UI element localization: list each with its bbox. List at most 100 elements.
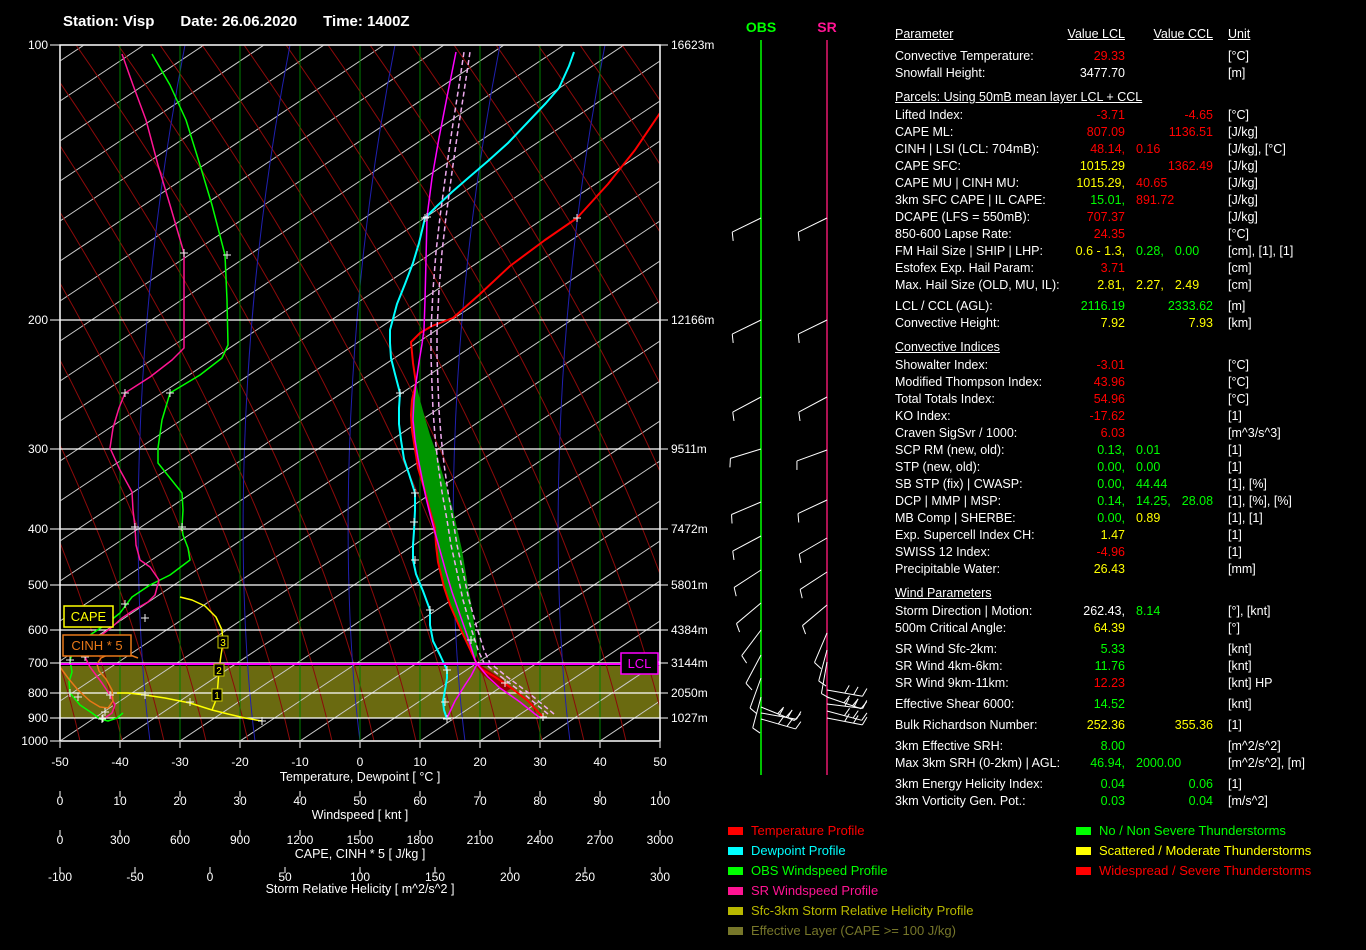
legend-label: Widespread / Severe Thunderstorms xyxy=(1099,863,1312,878)
parameter-value: 1015.29 xyxy=(1079,159,1125,173)
parameter-value: 891.72 xyxy=(1136,193,1175,207)
axis-label: 300 xyxy=(650,870,670,884)
parameter-value: 5.33 xyxy=(1100,642,1125,656)
dry-adiabat xyxy=(579,45,660,165)
parameter-value: 3.71 xyxy=(1100,261,1125,275)
axis-label: 30 xyxy=(533,755,547,769)
table-row: DCAPE (LFS = 550mB): 707.37 [J/kg] xyxy=(895,209,1366,226)
parameter-value: 54.96 xyxy=(1093,392,1125,406)
parameter-value: 2.27, xyxy=(1136,278,1164,292)
moist-adiabat xyxy=(452,45,501,741)
axis-label: 0 xyxy=(57,833,64,847)
parameter-unit: [mm] xyxy=(1228,562,1256,576)
axis-label: 250 xyxy=(575,870,595,884)
column-header: Unit xyxy=(1228,27,1251,41)
parameter-value: 262.43, xyxy=(1083,604,1125,618)
parameter-unit: [m] xyxy=(1228,66,1246,80)
parameter-value: 0.14, xyxy=(1097,494,1125,508)
parameter-value: -4.65 xyxy=(1184,108,1214,122)
wind-barb-tick xyxy=(797,513,800,523)
profile-legend: Temperature Profile Dewpoint Profile OBS W… xyxy=(728,823,974,943)
dry-adiabat xyxy=(453,45,660,384)
axis-label: 600 xyxy=(170,833,190,847)
axis-label: 3 xyxy=(220,638,226,649)
axis-label: 300 xyxy=(28,442,48,456)
legend-swatch-icon xyxy=(728,847,743,855)
axis-label: 300 xyxy=(110,833,130,847)
isotherm-diagonal xyxy=(60,45,384,262)
axis-label: Storm Relative Helicity [ m^2/s^2 ] xyxy=(266,882,455,896)
parameter-value: 43.96 xyxy=(1093,375,1125,389)
axis-label: 20 xyxy=(173,794,187,808)
dry-adiabat xyxy=(874,45,880,741)
parameter-value: 0.04 xyxy=(1100,777,1125,791)
axis-label: 800 xyxy=(28,686,48,700)
parameter-value: 0.16 xyxy=(1136,142,1161,156)
wind-barb-tick xyxy=(853,686,859,695)
parameter-unit: [J/kg] xyxy=(1228,159,1258,173)
table-row: Precipitable Water: 26.43 [mm] xyxy=(895,561,1366,578)
isotherm-diagonal xyxy=(540,660,660,741)
wind-barb-tick xyxy=(787,709,793,718)
table-row: 3km SFC CAPE | IL CAPE: 15.01, 891.72 [J/kg… xyxy=(895,192,1366,209)
table-row: SR Wind 9km-11km: 12.23 [knt] HP xyxy=(895,675,1366,692)
table-row: CINH | LSI (LCL: 704mB): 48.14, 0.16 [J/kg]… xyxy=(895,141,1366,158)
table-row: Exp. Supercell Index CH: 1.47 [1] xyxy=(895,527,1366,544)
legend-label: Effective Layer (CAPE >= 100 J/kg) xyxy=(751,923,956,938)
wind-barb-tick xyxy=(862,700,868,709)
table-header-row: Parameter Value LCL Value CCL Unit xyxy=(895,26,1366,48)
parameter-unit: [m^3/s^3] xyxy=(1228,426,1281,440)
axis-label: 80 xyxy=(533,794,547,808)
dry-adiabat xyxy=(832,45,880,741)
table-row: CAPE ML: 807.09 1136.51 [J/kg] xyxy=(895,124,1366,141)
axis-label: 600 xyxy=(28,623,48,637)
axis-label: -30 xyxy=(171,755,189,769)
parameter-unit: [1] xyxy=(1228,545,1242,559)
axis-label: 20 xyxy=(473,755,487,769)
wind-barb-tick xyxy=(797,231,800,242)
parameter-value: 355.36 xyxy=(1174,718,1213,732)
parcel-ascent xyxy=(412,51,541,719)
parameter-unit: [J/kg] xyxy=(1228,176,1258,190)
parameter-value: 2.81, xyxy=(1097,278,1125,292)
cape-area xyxy=(411,383,477,660)
legend-swatch-icon xyxy=(1076,827,1091,835)
axis-label: 500 xyxy=(28,578,48,592)
parameter-value: 44.44 xyxy=(1136,477,1168,491)
wind-barb xyxy=(799,537,828,555)
wind-barb-tick xyxy=(749,707,758,715)
legend-item: Widespread / Severe Thunderstorms xyxy=(1076,863,1311,883)
parameter-value: 26.43 xyxy=(1093,562,1125,576)
parameter-unit: [1] xyxy=(1228,443,1242,457)
table-row: DCP | MMP | MSP: 0.14, 14.25, 28.08 [1], [%]… xyxy=(895,493,1366,510)
axis-label: 12166m xyxy=(671,313,714,327)
table-row: Max. Hail Size (OLD, MU, IL): 2.81, 2.27, 2… xyxy=(895,277,1366,294)
isotherm-diagonal xyxy=(180,420,660,741)
table-row: Modified Thompson Index: 43.96 [°C] xyxy=(895,374,1366,391)
axis-label: 100 xyxy=(28,38,48,52)
parameter-unit: [°C] xyxy=(1228,227,1249,241)
wind-barb-tick xyxy=(795,721,802,730)
axis-label: 5801m xyxy=(671,578,708,592)
parameter-unit: [1] xyxy=(1228,718,1242,732)
axis-label: 1500 xyxy=(347,833,374,847)
parameter-unit: [km] xyxy=(1228,316,1252,330)
table-row: 500m Critical Angle: 64.39 [°] xyxy=(895,620,1366,637)
parameter-value: 8.14 xyxy=(1136,604,1161,618)
parameter-value: 12.23 xyxy=(1093,676,1125,690)
wind-barb-tick xyxy=(798,411,801,422)
parameter-value: -3.71 xyxy=(1096,108,1126,122)
parameter-unit: [1], [%], [%] xyxy=(1228,494,1292,508)
legend-item: Scattered / Moderate Thunderstorms xyxy=(1076,843,1311,863)
wind-barb xyxy=(730,448,762,459)
table-row: LCL / CCL (AGL): 2116.19 2333.62 [m] xyxy=(895,298,1366,315)
parameter-value: 707.37 xyxy=(1086,210,1125,224)
wind-barb-tick xyxy=(731,333,734,344)
parameter-unit: [°C] xyxy=(1228,49,1249,63)
axis-label: 700 xyxy=(28,656,48,670)
table-row: Lifted Index: -3.71 -4.65 [°C] xyxy=(895,107,1366,124)
parameter-value: -3.01 xyxy=(1096,358,1126,372)
legend-item: Sfc-3km Storm Relative Helicity Profile xyxy=(728,903,974,923)
axis-label: 2050m xyxy=(671,686,708,700)
legend-item: OBS Windspeed Profile xyxy=(728,863,974,883)
